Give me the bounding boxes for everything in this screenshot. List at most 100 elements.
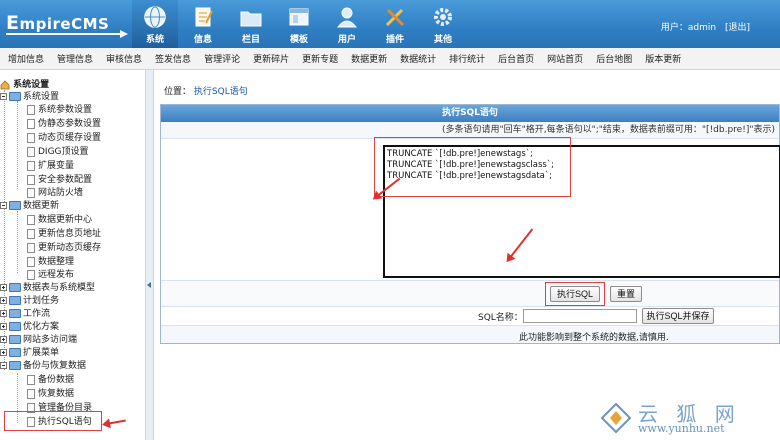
tree-item-label: 动态页缓存设置: [38, 133, 102, 143]
nav-column-label: 栏目: [241, 35, 260, 45]
nav-other[interactable]: 其他: [420, 0, 466, 48]
toolbar-site-home[interactable]: 网站首页: [547, 52, 583, 65]
breadcrumb-prefix: 位置：: [164, 87, 192, 97]
nav-user[interactable]: 用户: [324, 0, 370, 48]
tree-item[interactable]: 数据整理: [27, 256, 74, 269]
toolbar-rank-stats[interactable]: 排行统计: [449, 52, 485, 65]
toolbar-data-update[interactable]: 数据更新: [351, 52, 387, 65]
tree-group-multi-access[interactable]: 网站多访问端: [0, 334, 77, 347]
tree-group-extend-menu[interactable]: 扩展菜单: [0, 347, 59, 360]
logo-underline: [6, 33, 124, 35]
tree-item[interactable]: 更新动态页缓存: [27, 242, 101, 255]
tree-item[interactable]: 恢复数据: [27, 388, 74, 401]
expand-toggle-icon[interactable]: [0, 297, 7, 304]
note-row: 此功能影响到整个系统的数据,请慎用.: [161, 325, 779, 343]
tree-item[interactable]: DIGG顶设置: [27, 146, 89, 159]
tree-group-data-update[interactable]: 数据更新: [0, 200, 59, 213]
button-row: 执行SQL 重置: [161, 280, 779, 306]
tree-item-label: 扩展变量: [38, 161, 75, 171]
tree-item[interactable]: 备份数据: [27, 374, 74, 387]
user-label: 用户：admin: [660, 23, 717, 33]
sql-name-row: SQL名称： 执行SQL并保存: [161, 306, 779, 325]
tree-group-system-settings[interactable]: 系统设置: [0, 91, 59, 104]
nav-template[interactable]: 模板: [276, 0, 322, 48]
toolbar-admin-map[interactable]: 后台地图: [596, 52, 632, 65]
folder-icon: [9, 309, 21, 318]
expand-toggle-icon[interactable]: [0, 284, 7, 291]
tree-item[interactable]: 更新信息页地址: [27, 228, 101, 241]
expand-toggle-icon[interactable]: [0, 336, 7, 343]
tree-item-label: DIGG顶设置: [38, 147, 89, 157]
tree-item[interactable]: 扩展变量: [27, 160, 74, 173]
folder-icon: [9, 348, 21, 357]
tree-group-label: 工作流: [23, 309, 51, 319]
page-icon: [27, 214, 35, 225]
tree-item[interactable]: 伪静态参数设置: [27, 118, 101, 131]
tree-group-backup-restore[interactable]: 备份与恢复数据: [0, 360, 86, 373]
tree-item[interactable]: 数据更新中心: [27, 214, 92, 227]
nav-info-label: 信息: [193, 35, 212, 45]
sidebar-splitter[interactable]: [145, 70, 154, 440]
logout-link[interactable]: [退出]: [725, 23, 750, 33]
toolbar-sign-info[interactable]: 签发信息: [155, 52, 191, 65]
page-icon: [27, 388, 35, 399]
toolbar-update-topic[interactable]: 更新专题: [302, 52, 338, 65]
quick-toolbar: 增加信息 管理信息 审核信息 签发信息 管理评论 更新碎片 更新专题 数据更新 …: [0, 48, 780, 70]
collapse-toggle-icon[interactable]: [0, 202, 7, 209]
tree-item-label: 数据整理: [38, 257, 75, 267]
exec-save-button[interactable]: 执行SQL并保存: [642, 308, 714, 324]
toolbar-manage-comment[interactable]: 管理评论: [204, 52, 240, 65]
toolbar-version-update[interactable]: 版本更新: [645, 52, 681, 65]
reset-button[interactable]: 重置: [610, 286, 642, 302]
sql-name-input[interactable]: [523, 309, 637, 323]
folder-icon: [9, 322, 21, 331]
toolbar-admin-home[interactable]: 后台首页: [498, 52, 534, 65]
tree-group-tables-models[interactable]: 数据表与系统模型: [0, 282, 95, 295]
page-icon: [27, 174, 35, 185]
user-info: 用户：admin [退出]: [661, 20, 756, 33]
collapse-toggle-icon[interactable]: [0, 93, 7, 100]
yunhu-logo-icon: [600, 402, 632, 434]
collapse-toggle-icon[interactable]: [0, 362, 7, 369]
toolbar-add-info[interactable]: 增加信息: [8, 52, 44, 65]
expand-toggle-icon[interactable]: [0, 323, 7, 330]
tree-group-scheduled-tasks[interactable]: 计划任务: [0, 295, 59, 308]
nav-system[interactable]: 系统: [132, 0, 178, 48]
folder-icon: [9, 283, 21, 292]
tree-item[interactable]: 系统参数设置: [27, 104, 92, 117]
nav-other-label: 其他: [433, 35, 452, 45]
folder-icon: [9, 296, 21, 305]
column-folder-icon: [240, 11, 262, 27]
warning-note: 此功能影响到整个系统的数据,请慎用.: [519, 333, 669, 343]
breadcrumb-link[interactable]: 执行SQL语句: [194, 87, 248, 97]
breadcrumb: 位置： 执行SQL语句: [164, 84, 248, 97]
expand-toggle-icon[interactable]: [0, 310, 7, 317]
tree-item[interactable]: 安全参数配置: [27, 174, 92, 187]
tree-item[interactable]: 远程发布: [27, 269, 74, 282]
tree-item[interactable]: 动态页缓存设置: [27, 132, 101, 145]
nav-plugin[interactable]: 插件: [372, 0, 418, 48]
page-icon: [27, 242, 35, 253]
tree-group-optimization[interactable]: 优化方案: [0, 321, 59, 334]
nav-info[interactable]: 信息: [180, 0, 226, 48]
tree-item-label: 数据更新中心: [38, 215, 93, 225]
exec-sql-button[interactable]: 执行SQL: [550, 286, 600, 302]
toolbar-review-info[interactable]: 审核信息: [106, 52, 142, 65]
tree-item[interactable]: 网站防火墙: [27, 187, 83, 200]
tree-group-label: 系统设置: [23, 92, 60, 102]
page-icon: [27, 256, 35, 267]
tree-item-label: 更新动态页缓存: [38, 243, 102, 253]
nav-column[interactable]: 栏目: [228, 0, 274, 48]
tree-item-label: 备份数据: [38, 375, 75, 385]
tree-group-workflow[interactable]: 工作流: [0, 308, 50, 321]
expand-toggle-icon[interactable]: [0, 349, 7, 356]
collapse-arrow-icon[interactable]: [147, 282, 151, 288]
folder-icon: [9, 92, 21, 101]
toolbar-data-stats[interactable]: 数据统计: [400, 52, 436, 65]
toolbar-update-fragment[interactable]: 更新碎片: [253, 52, 289, 65]
annotation-arrow: [105, 419, 126, 425]
toolbar-manage-info[interactable]: 管理信息: [57, 52, 93, 65]
nav-user-label: 用户: [337, 35, 356, 45]
plugin-tools-icon: [385, 8, 405, 27]
page-icon: [27, 374, 35, 385]
